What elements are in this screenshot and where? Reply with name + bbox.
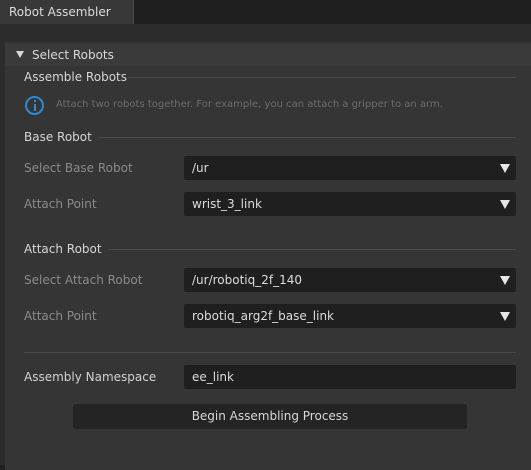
begin-assembling-button[interactable]: Begin Assembling Process: [73, 404, 467, 429]
chevron-down-icon[interactable]: [500, 200, 510, 209]
dropdown-value: /ur/robotiq_2f_140: [192, 273, 303, 287]
attach-point-label: Attach Point: [24, 309, 97, 323]
dropdown-value: wrist_3_link: [192, 197, 262, 211]
assembly-namespace-label: Assembly Namespace: [24, 370, 157, 384]
tab-robot-assembler[interactable]: Robot Assembler: [0, 0, 134, 24]
select-base-robot-label: Select Base Robot: [24, 161, 133, 175]
base-attach-point-label: Attach Point: [24, 197, 97, 211]
attach-point-dropdown[interactable]: robotiq_arg2f_base_link: [184, 304, 516, 328]
select-attach-robot-label: Select Attach Robot: [24, 273, 143, 287]
attach-robot-title: Attach Robot: [24, 242, 102, 256]
assembly-namespace-input[interactable]: ee_link: [184, 365, 516, 389]
chevron-down-icon[interactable]: [500, 276, 510, 285]
tab-bar: Robot Assembler: [0, 0, 531, 24]
chevron-down-icon[interactable]: [500, 164, 510, 173]
base-attach-point-dropdown[interactable]: wrist_3_link: [184, 192, 516, 216]
collapsible-label: Select Robots: [32, 48, 114, 62]
dropdown-value: robotiq_arg2f_base_link: [192, 309, 335, 323]
info-icon: [25, 96, 44, 115]
assemble-robots-title: Assemble Robots: [24, 70, 127, 84]
chevron-down-icon[interactable]: [500, 312, 510, 321]
expand-triangle-icon[interactable]: [16, 51, 24, 58]
info-description: Attach two robots together. For example,…: [56, 99, 443, 110]
section-divider: [108, 249, 516, 250]
base-robot-title: Base Robot: [24, 130, 92, 144]
dropdown-value: /ur: [192, 161, 209, 175]
section-divider: [98, 137, 516, 138]
section-divider: [128, 77, 516, 78]
section-divider: [24, 352, 516, 353]
select-robots-collapsible-header[interactable]: Select Robots: [5, 44, 531, 66]
attach-robot-dropdown[interactable]: /ur/robotiq_2f_140: [184, 268, 516, 292]
input-value: ee_link: [192, 370, 234, 384]
base-robot-dropdown[interactable]: /ur: [184, 156, 516, 180]
